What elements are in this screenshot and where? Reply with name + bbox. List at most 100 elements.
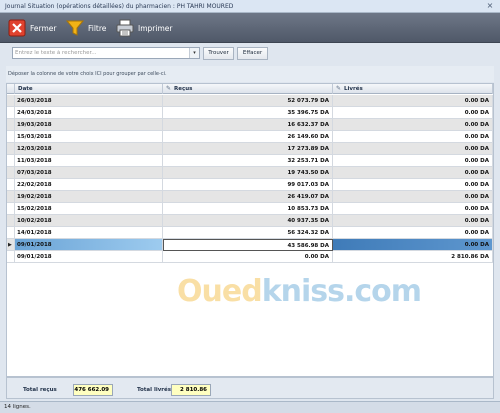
table-row[interactable]: 07/03/2018 19 743.50 DA 0.00 DA xyxy=(7,167,493,179)
search-input[interactable] xyxy=(15,48,187,58)
cell-livres[interactable]: 0.00 DA xyxy=(333,107,493,119)
cell-livres[interactable]: 0.00 DA xyxy=(333,227,493,239)
window-close-icon[interactable]: × xyxy=(485,1,495,11)
table-row[interactable]: 12/03/2018 17 273.89 DA 0.00 DA xyxy=(7,143,493,155)
total-recus-label: Total reçus xyxy=(23,387,57,393)
find-button[interactable]: Trouver xyxy=(203,47,234,60)
cell-date[interactable]: 09/01/2018 xyxy=(15,251,163,263)
search-combobox[interactable]: ▾ xyxy=(12,47,200,59)
cell-date[interactable]: 11/03/2018 xyxy=(15,155,163,167)
column-filter-icon: ✎ xyxy=(336,85,342,92)
cell-livres[interactable]: 0.00 DA xyxy=(333,143,493,155)
cell-livres[interactable]: 0.00 DA xyxy=(333,131,493,143)
table-row[interactable]: 10/02/2018 40 937.35 DA 0.00 DA xyxy=(7,215,493,227)
printer-icon xyxy=(116,19,134,37)
cell-recus[interactable]: 52 073.79 DA xyxy=(163,95,333,107)
cell-date[interactable]: 26/03/2018 xyxy=(15,95,163,107)
cell-recus[interactable]: 35 396.75 DA xyxy=(163,107,333,119)
row-indicator[interactable]: ▶ xyxy=(7,239,15,251)
close-button-label: Fermer xyxy=(30,23,57,33)
cell-livres[interactable]: 0.00 DA xyxy=(333,167,493,179)
column-header-date[interactable]: Date xyxy=(15,84,163,94)
column-filter-icon: ✎ xyxy=(166,85,172,92)
cell-livres[interactable]: 0.00 DA xyxy=(333,119,493,131)
cell-recus[interactable]: 17 273.89 DA xyxy=(163,143,333,155)
cell-livres[interactable]: 0.00 DA xyxy=(333,203,493,215)
totals-footer: Total reçus 476 662.09 Total livrés 2 81… xyxy=(6,377,494,399)
window-titlebar: Journal Situation (opérations détaillées… xyxy=(0,0,500,13)
row-indicator[interactable] xyxy=(7,179,15,191)
row-indicator[interactable] xyxy=(7,227,15,239)
print-button-label: Imprimer xyxy=(138,23,173,33)
table-row[interactable]: 14/01/2018 56 324.32 DA 0.00 DA xyxy=(7,227,493,239)
close-red-icon xyxy=(8,19,26,37)
total-recus-value: 476 662.09 xyxy=(73,384,113,396)
cell-recus[interactable]: 16 632.37 DA xyxy=(163,119,333,131)
cell-date[interactable]: 19/02/2018 xyxy=(15,191,163,203)
row-indicator[interactable] xyxy=(7,131,15,143)
cell-livres[interactable]: 0.00 DA xyxy=(333,215,493,227)
cell-date[interactable]: 09/01/2018 xyxy=(15,239,163,251)
print-button[interactable]: Imprimer xyxy=(116,18,172,38)
cell-date[interactable]: 10/02/2018 xyxy=(15,215,163,227)
filter-button[interactable]: Filtre xyxy=(66,18,106,38)
table-row[interactable]: 22/02/2018 99 017.03 DA 0.00 DA xyxy=(7,179,493,191)
row-indicator[interactable] xyxy=(7,107,15,119)
row-indicator[interactable] xyxy=(7,191,15,203)
cell-recus[interactable]: 26 419.07 DA xyxy=(163,191,333,203)
table-row[interactable]: 11/03/2018 32 253.71 DA 0.00 DA xyxy=(7,155,493,167)
table-row[interactable]: 19/02/2018 26 419.07 DA 0.00 DA xyxy=(7,191,493,203)
row-indicator[interactable] xyxy=(7,155,15,167)
cell-date[interactable]: 15/03/2018 xyxy=(15,131,163,143)
cell-recus[interactable]: 10 853.73 DA xyxy=(163,203,333,215)
cell-livres[interactable]: 0.00 DA xyxy=(333,155,493,167)
cell-recus[interactable]: 99 017.03 DA xyxy=(163,179,333,191)
cell-livres[interactable]: 0.00 DA xyxy=(333,191,493,203)
row-indicator[interactable] xyxy=(7,143,15,155)
watermark-logo: Ouedkniss.com xyxy=(177,274,422,309)
table-row[interactable]: 09/01/2018 0.00 DA 2 810.86 DA xyxy=(7,251,493,263)
cell-recus[interactable]: 19 743.50 DA xyxy=(163,167,333,179)
funnel-icon xyxy=(66,20,84,36)
cell-livres[interactable]: 0.00 DA xyxy=(333,95,493,107)
table-row[interactable]: 19/03/2018 16 632.37 DA 0.00 DA xyxy=(7,119,493,131)
cell-date[interactable]: 14/01/2018 xyxy=(15,227,163,239)
cell-recus[interactable]: 43 586.98 DA xyxy=(163,239,333,251)
table-row[interactable]: 15/03/2018 26 149.60 DA 0.00 DA xyxy=(7,131,493,143)
filter-button-label: Filtre xyxy=(88,23,107,33)
cell-date[interactable]: 19/03/2018 xyxy=(15,119,163,131)
chevron-down-icon[interactable]: ▾ xyxy=(189,48,199,58)
cell-recus[interactable]: 0.00 DA xyxy=(163,251,333,263)
row-indicator[interactable] xyxy=(7,167,15,179)
toolbar: Fermer Filtre Imprimer xyxy=(0,13,500,43)
table-row[interactable]: 15/02/2018 10 853.73 DA 0.00 DA xyxy=(7,203,493,215)
table-row[interactable]: 24/03/2018 35 396.75 DA 0.00 DA xyxy=(7,107,493,119)
cell-livres[interactable]: 2 810.86 DA xyxy=(333,251,493,263)
cell-recus[interactable]: 56 324.32 DA xyxy=(163,227,333,239)
cell-recus[interactable]: 26 149.60 DA xyxy=(163,131,333,143)
cell-date[interactable]: 15/02/2018 xyxy=(15,203,163,215)
row-indicator[interactable] xyxy=(7,95,15,107)
cell-livres[interactable]: 0.00 DA xyxy=(333,239,493,251)
group-by-panel[interactable]: Déposer la colonne de votre choix ICI po… xyxy=(6,66,494,82)
cell-recus[interactable]: 32 253.71 DA xyxy=(163,155,333,167)
cell-date[interactable]: 12/03/2018 xyxy=(15,143,163,155)
table-row[interactable]: 26/03/2018 52 073.79 DA 0.00 DA xyxy=(7,95,493,107)
cell-date[interactable]: 24/03/2018 xyxy=(15,107,163,119)
cell-livres[interactable]: 0.00 DA xyxy=(333,179,493,191)
total-livres-value: 2 810.86 xyxy=(171,384,211,396)
column-header-recus[interactable]: ✎ Reçus xyxy=(163,84,333,94)
clear-button[interactable]: Effacer xyxy=(237,47,268,60)
data-grid: Date ✎ Reçus ✎ Livrés 26/03/2018 52 073.7… xyxy=(6,83,494,377)
close-button[interactable]: Fermer xyxy=(8,18,56,38)
row-indicator[interactable] xyxy=(7,203,15,215)
row-count: 14 lignes. xyxy=(4,404,31,410)
cell-date[interactable]: 22/02/2018 xyxy=(15,179,163,191)
row-indicator[interactable] xyxy=(7,119,15,131)
cell-recus[interactable]: 40 937.35 DA xyxy=(163,215,333,227)
cell-date[interactable]: 07/03/2018 xyxy=(15,167,163,179)
table-row[interactable]: ▶ 09/01/2018 43 586.98 DA 0.00 DA xyxy=(7,239,493,251)
row-indicator[interactable] xyxy=(7,215,15,227)
row-indicator[interactable] xyxy=(7,251,15,263)
column-header-livres[interactable]: ✎ Livrés xyxy=(333,84,493,94)
